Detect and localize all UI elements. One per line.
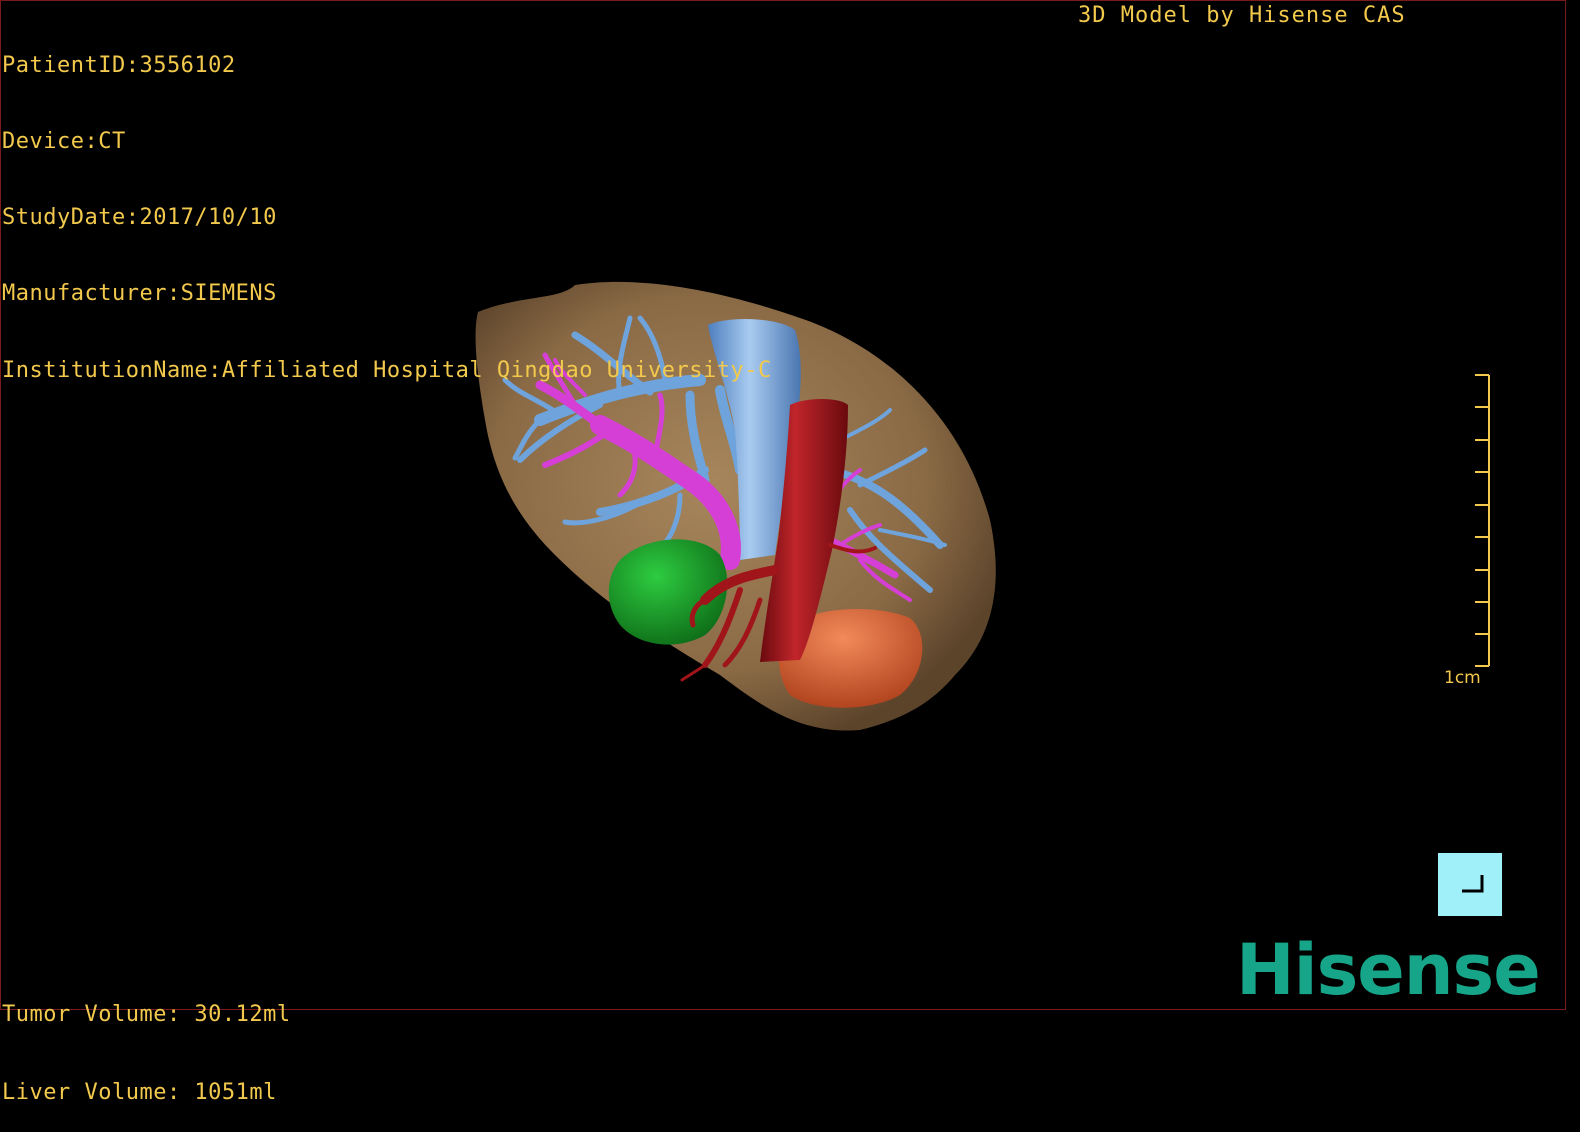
- study-date: StudyDate:2017/10/10: [2, 205, 277, 231]
- patient-id: PatientID:3556102: [2, 52, 236, 78]
- corner-reset-icon: [1462, 875, 1484, 893]
- scale-label: 1cm: [1444, 668, 1481, 688]
- institution-name: InstitutionName:Affiliated Hospital Qing…: [2, 357, 772, 383]
- scale-bar: [1475, 374, 1490, 667]
- hisense-logo: Hisense: [1236, 929, 1541, 1011]
- tumor-volume: Tumor Volume: 30.12ml: [2, 1002, 291, 1027]
- volume-readout: Tumor Volume: 30.12ml Liver Volume: 1051…: [2, 950, 291, 1132]
- dicom-header-info: PatientID:3556102 Device:CT StudyDate:20…: [2, 2, 772, 408]
- model-credit: 3D Model by Hisense CAS: [1078, 3, 1406, 28]
- manufacturer: Manufacturer:SIEMENS: [2, 281, 277, 307]
- reset-view-button[interactable]: [1438, 853, 1502, 916]
- liver-volume: Liver Volume: 1051ml: [2, 1080, 277, 1105]
- device: Device:CT: [2, 129, 126, 155]
